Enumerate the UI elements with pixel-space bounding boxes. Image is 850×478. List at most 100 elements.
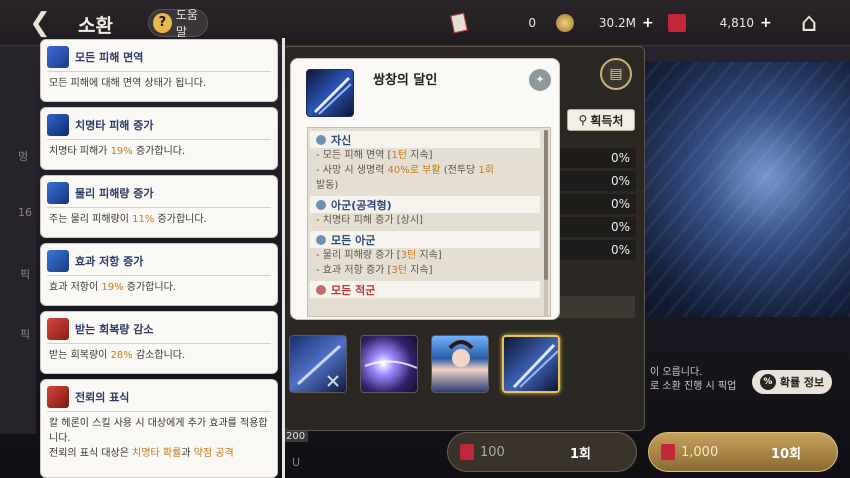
tooltip-title: 받는 회복량 감소 <box>75 322 154 336</box>
percent-icon: % <box>759 374 776 390</box>
summon-one-label: 1회 <box>570 446 592 462</box>
tooltip-title: 모든 피해 면역 <box>75 50 144 64</box>
bg-fragment: 픽 <box>20 268 31 281</box>
effect-line: - 물리 피해량 증가 [3턴 지속] <box>316 250 442 261</box>
tooltip-desc: 주는 물리 피해량이 11% 증가합니다. <box>49 214 207 225</box>
effect-line: - 효과 저항 증가 [3턴 지속] <box>316 265 433 276</box>
ticket-icon <box>668 14 686 32</box>
scroll-icon <box>450 12 468 34</box>
tooltip-desc: 받는 회복량이 28% 감소합니다. <box>49 350 186 361</box>
shield-icon <box>47 45 69 68</box>
help-button[interactable]: ? 도움말 <box>148 8 208 39</box>
summon-note-line: 이 오릅니다. <box>650 367 703 378</box>
help-label: 도움말 <box>175 8 198 39</box>
summon-ten-label: 10회 <box>771 446 802 462</box>
currency-ticket[interactable]: 4,810 + <box>668 11 772 35</box>
probability-info-button[interactable]: % 확률 정보 <box>752 370 832 394</box>
target-label: 아군(공격형) <box>331 198 392 212</box>
tooltip-title: 치명타 피해 증가 <box>75 118 154 132</box>
stat-percent: 0% <box>560 148 636 168</box>
level-badge: 200 <box>283 431 309 442</box>
left-menu-background <box>0 54 36 434</box>
target-header-ally-attack: 아군(공격형) <box>310 196 540 213</box>
summon-cost: 1,000 <box>661 444 751 460</box>
tooltip-all-damage-immunity: 모든 피해 면역 모든 피해에 대해 면역 상태가 됩니다. <box>40 39 278 102</box>
tooltip-crit-damage-up: 치명타 피해 증가 치명타 피해가 19% 증가합니다. <box>40 107 278 170</box>
home-icon: ⌂ <box>800 8 818 38</box>
currency-gold[interactable]: 30.2M + <box>556 11 654 35</box>
tooltip-desc: 칼 헤론이 스킬 사용 시 대상에게 추가 효과를 적용합니다. <box>49 418 268 444</box>
summon-note-line: 로 소환 진행 시 픽업 <box>650 381 737 392</box>
page-title: 소환 <box>78 15 113 37</box>
effect-line: - 모든 피해 면역 [1턴 지속] <box>316 150 433 161</box>
currency-ticket-value: 4,810 <box>719 16 754 30</box>
currency-gold-value: 30.2M <box>598 16 636 30</box>
bg-fragment: 픽 <box>20 328 31 341</box>
acquire-source-button[interactable]: ⚲ 획득처 <box>567 109 635 131</box>
bg-fragment: 16 <box>18 206 32 219</box>
summon-one-button[interactable]: 100 1회 <box>447 432 637 472</box>
plus-icon[interactable]: + <box>760 15 772 31</box>
stat-percent: 0% <box>560 194 636 214</box>
summon-ten-cost: 1,000 <box>681 444 719 460</box>
person-icon <box>316 199 326 210</box>
currency-scroll-value: 0 <box>528 16 536 30</box>
stats-chart-icon[interactable]: ▤ <box>600 58 632 90</box>
acquire-label: 획득처 <box>590 113 624 128</box>
tooltip-title: 물리 피해량 증가 <box>75 186 154 200</box>
probability-label: 확률 정보 <box>779 376 825 389</box>
crit-damage-icon <box>47 113 69 136</box>
skill-detail-card: 쌍창의 달인 ✦ 자신 - 모든 피해 면역 [1턴 지속] - 사망 시 생명… <box>290 58 560 320</box>
tooltip-title: 효과 저항 증가 <box>75 254 144 268</box>
skill-title: 쌍창의 달인 <box>373 73 438 88</box>
tooltip-desc: 전뢰의 표식 대상은 치명타 확률과 약점 공격 <box>49 448 234 459</box>
thunder-mark-icon <box>47 385 69 408</box>
summon-cost: 100 <box>460 444 550 460</box>
stat-percent: 0% <box>560 217 636 237</box>
twin-spear-skill-icon <box>306 69 354 117</box>
plus-icon[interactable]: + <box>642 15 654 31</box>
sword-icon <box>47 181 69 204</box>
character-art <box>640 62 850 317</box>
target-header-all-enemies: 모든 적군 <box>310 281 540 298</box>
tooltip-physical-damage-up: 물리 피해량 증가 주는 물리 피해량이 11% 증가합니다. <box>40 175 278 238</box>
tooltip-desc: 효과 저항이 19% 증가합니다. <box>49 282 176 293</box>
stat-percent: 0% <box>560 240 636 260</box>
question-icon: ? <box>153 13 172 33</box>
tooltip-effect-resist-up: 효과 저항 증가 효과 저항이 19% 증가합니다. <box>40 243 278 306</box>
target-label: 모든 아군 <box>331 233 376 247</box>
people-icon <box>316 234 326 245</box>
bg-fragment: 멍 <box>18 150 29 163</box>
heal-down-icon <box>47 317 69 340</box>
stat-percent: 0% <box>560 171 636 191</box>
gold-coin-icon <box>556 14 574 32</box>
currency-scroll[interactable]: 0 <box>450 11 536 35</box>
tooltip-thunder-mark: 전뢰의 표식 칼 헤론이 스킬 사용 시 대상에게 추가 효과를 적용합니다. … <box>40 379 278 478</box>
tooltip-title: 전뢰의 표식 <box>75 390 130 404</box>
effect-line: - 사망 시 생명력 40%로 부활 (전투당 1회 <box>316 165 494 176</box>
back-arrow-icon: ❮ <box>29 8 51 38</box>
skill-slot-4[interactable] <box>502 335 560 393</box>
skill-effects-list[interactable]: 자신 - 모든 피해 면역 [1턴 지속] - 사망 시 생명력 40%로 부활… <box>307 127 551 317</box>
target-header-all-allies: 모든 아군 <box>310 231 540 248</box>
target-label: 모든 적군 <box>331 283 376 297</box>
effect-line: 발동) <box>316 180 339 191</box>
home-button[interactable]: ⌂ <box>786 6 832 40</box>
target-header-self: 자신 <box>310 131 540 148</box>
back-button[interactable]: ❮ <box>20 6 60 40</box>
skill-type-badge-icon: ✦ <box>529 69 551 91</box>
tooltip-divider <box>282 38 285 478</box>
scrollbar-thumb[interactable] <box>544 130 548 280</box>
skill-slot-2[interactable] <box>360 335 418 393</box>
tooltip-heal-received-down: 받는 회복량 감소 받는 회복량이 28% 감소합니다. <box>40 311 278 374</box>
effect-line: - 치명타 피해 증가 [상시] <box>316 215 423 226</box>
skill-slot-1[interactable] <box>289 335 347 393</box>
summon-ten-button[interactable]: 1,000 10회 <box>648 432 838 472</box>
enemy-icon <box>316 284 326 295</box>
ticket-icon <box>460 444 474 460</box>
bg-fragment: U <box>292 456 301 469</box>
tooltip-desc: 모든 피해에 대해 면역 상태가 됩니다. <box>49 78 207 89</box>
skill-slot-3[interactable] <box>431 335 489 393</box>
summon-note: 이 오릅니다. 로 소환 진행 시 픽업 <box>650 366 736 394</box>
search-icon: ⚲ <box>578 113 588 127</box>
